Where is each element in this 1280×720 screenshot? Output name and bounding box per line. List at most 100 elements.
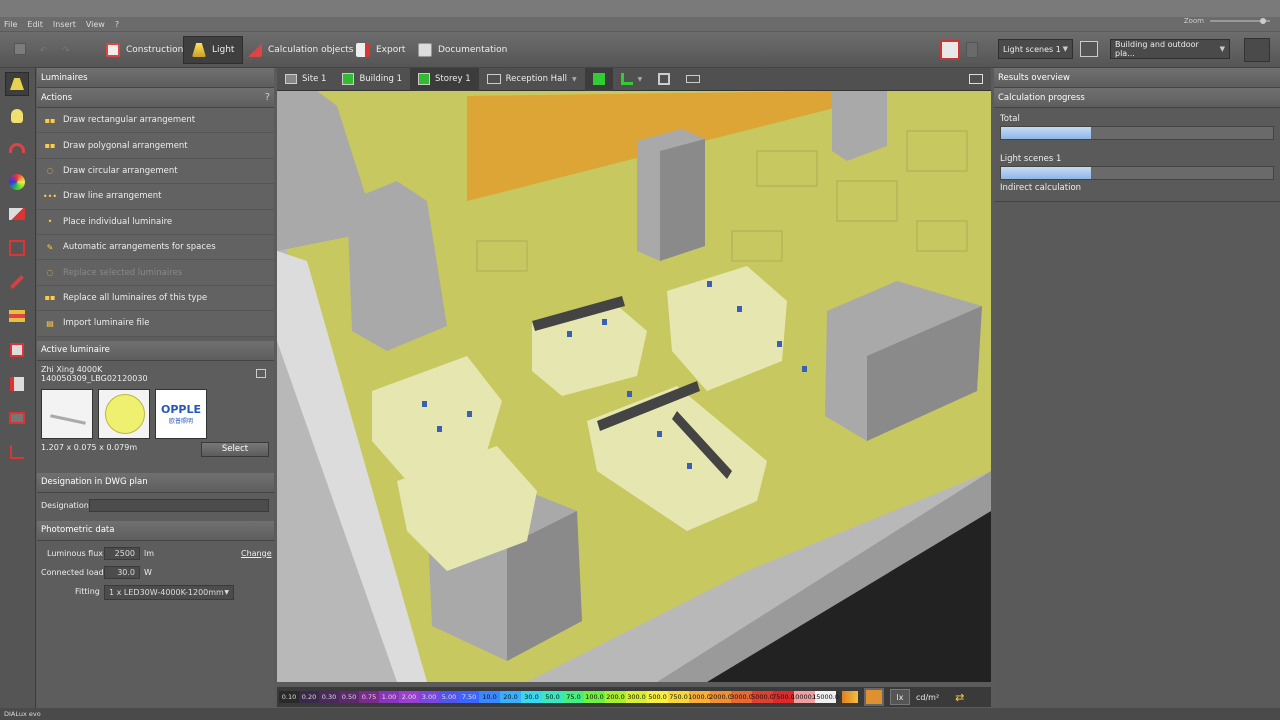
tab-light[interactable]: Light: [183, 36, 244, 64]
copy-icon[interactable]: [256, 368, 266, 378]
undo-icon[interactable]: ↶: [40, 46, 48, 56]
scale-cell[interactable]: 5000.0: [751, 691, 774, 703]
scale-cell[interactable]: 10.0: [479, 691, 500, 703]
scale-cell[interactable]: 200.0: [605, 691, 626, 703]
scale-cell[interactable]: 2.00: [399, 691, 419, 703]
action-item[interactable]: ▪▪ Replace all luminaires of this type: [37, 285, 274, 312]
tab-export[interactable]: Export: [348, 36, 413, 64]
breadcrumb-building[interactable]: Building 1: [334, 68, 410, 91]
scale-cell[interactable]: 3.00: [419, 691, 439, 703]
action-label: Import luminaire file: [63, 318, 150, 329]
zoom-control[interactable]: Zoom: [1184, 17, 1270, 25]
view-frame-icon[interactable]: [5, 406, 29, 430]
redo-icon[interactable]: ↷: [62, 46, 70, 56]
colour-icon[interactable]: [5, 170, 29, 194]
light-scenes-icon[interactable]: [5, 202, 29, 226]
light-scene-select[interactable]: Light scenes 1 ▼: [998, 39, 1073, 59]
scale-cell[interactable]: 50.0: [542, 691, 563, 703]
control-groups-icon[interactable]: [5, 236, 29, 260]
scale-cell[interactable]: 0.10: [279, 691, 299, 703]
floor-plan-icon[interactable]: [1244, 38, 1270, 62]
scale-cell[interactable]: 0.30: [319, 691, 339, 703]
layers-icon[interactable]: [5, 304, 29, 328]
menu-insert[interactable]: Insert: [53, 20, 76, 29]
scale-cell[interactable]: 1000.0: [688, 691, 711, 703]
calculate-icon[interactable]: [940, 40, 960, 60]
unit-lx-button[interactable]: lx: [890, 689, 910, 705]
unit-cd-label[interactable]: cd/m²: [916, 693, 939, 702]
action-item[interactable]: ▪▪ Draw polygonal arrangement: [37, 133, 274, 159]
scale-cell[interactable]: 3000.0: [730, 691, 753, 703]
fitting-select[interactable]: 1 x LED30W-4000K-1200mm ▼: [104, 584, 234, 600]
designation-input[interactable]: [89, 498, 269, 512]
action-item[interactable]: ▤ Import luminaire file: [37, 311, 274, 337]
calc-surface-icon[interactable]: [5, 338, 29, 362]
screen-button[interactable]: [961, 68, 991, 91]
tab-construction[interactable]: Construction: [98, 36, 191, 64]
action-item[interactable]: ◌ Draw circular arrangement: [37, 158, 274, 185]
breadcrumb-storey[interactable]: Storey 1: [410, 67, 479, 91]
scale-cell[interactable]: 300.0: [626, 691, 647, 703]
light-arrangement-icon[interactable]: [5, 136, 29, 160]
luminaire-tool-icon[interactable]: [5, 72, 29, 96]
select-button[interactable]: Select: [201, 441, 269, 457]
menu-file[interactable]: File: [4, 20, 17, 29]
actions-header-label: Actions: [41, 92, 73, 103]
stop-icon[interactable]: [966, 42, 978, 58]
chevron-down-icon: ▼: [572, 75, 577, 83]
scale-cell[interactable]: 100.0: [584, 691, 605, 703]
tools-icon[interactable]: [5, 270, 29, 294]
scale-cell[interactable]: 2000.0: [709, 691, 732, 703]
zoom-slider[interactable]: [1210, 18, 1270, 24]
scale-cell[interactable]: 0.50: [339, 691, 359, 703]
menu-edit[interactable]: Edit: [27, 20, 43, 29]
action-item[interactable]: ▪▪ Draw rectangular arrangement: [37, 108, 274, 134]
monitor-icon[interactable]: [1080, 41, 1098, 57]
scale-cell[interactable]: 75.0: [563, 691, 584, 703]
scale-cell[interactable]: 15000.0: [812, 691, 839, 703]
zoom-knob[interactable]: [1260, 18, 1266, 24]
scale-cell[interactable]: 5.00: [439, 691, 459, 703]
help-icon[interactable]: ?: [265, 92, 270, 103]
3d-view-button[interactable]: [584, 67, 613, 91]
hierarchy-icon[interactable]: [5, 440, 29, 464]
measure-icon[interactable]: [5, 372, 29, 396]
floorplan-view-button[interactable]: ▼: [613, 68, 651, 91]
menu-help[interactable]: ?: [115, 20, 119, 29]
scale-cell[interactable]: 30.0: [521, 691, 542, 703]
fit-view-button[interactable]: [650, 68, 678, 91]
scale-cells[interactable]: 0.10 0.20 0.30 0.50 0.75 1.00 2.00 3.00 5.00 7.50…: [279, 691, 839, 703]
breadcrumb-room[interactable]: Reception Hall ▼: [479, 68, 585, 91]
scale-cell[interactable]: 0.20: [299, 691, 319, 703]
status-bar: DIALux evo: [0, 708, 1280, 720]
scene-render[interactable]: [277, 91, 991, 682]
bulb-icon[interactable]: [5, 104, 29, 128]
tab-documentation[interactable]: Documentation: [410, 36, 515, 64]
flux-input[interactable]: 2500: [104, 546, 140, 560]
change-link[interactable]: Change: [241, 549, 272, 558]
building-select[interactable]: Building and outdoor pla... ▼: [1110, 39, 1230, 59]
save-icon[interactable]: [14, 43, 26, 55]
results-divider: [994, 201, 1280, 202]
scale-isolines-icon[interactable]: [864, 688, 884, 706]
tab-calculation-objects[interactable]: Calculation objects: [240, 36, 362, 64]
menu-view[interactable]: View: [86, 20, 105, 29]
scale-cell[interactable]: 7.50: [459, 691, 479, 703]
measure-button[interactable]: [678, 68, 708, 91]
false-colour-scale[interactable]: 0.10 0.20 0.30 0.50 0.75 1.00 2.00 3.00 5.00 7.50…: [277, 687, 991, 707]
action-label: Draw polygonal arrangement: [63, 140, 188, 151]
scale-gradient-icon[interactable]: [842, 691, 858, 703]
action-item[interactable]: • Place individual luminaire: [37, 209, 274, 235]
luminaire-dimensions: 1.207 x 0.075 x 0.079m: [41, 442, 138, 452]
swap-icon[interactable]: ⇄: [955, 691, 964, 704]
breadcrumb-site[interactable]: Site 1: [277, 68, 334, 91]
scale-cell[interactable]: 20.0: [500, 691, 521, 703]
scale-cell[interactable]: 750.0: [668, 691, 689, 703]
3d-viewport[interactable]: [277, 91, 991, 682]
action-item[interactable]: ✎ Automatic arrangements for spaces: [37, 234, 274, 261]
action-item[interactable]: ••• Draw line arrangement: [37, 184, 274, 210]
scale-cell[interactable]: 1.00: [379, 691, 399, 703]
scale-cell[interactable]: 0.75: [359, 691, 379, 703]
load-input[interactable]: 30.0: [104, 565, 140, 579]
scale-cell[interactable]: 500.0: [647, 691, 668, 703]
